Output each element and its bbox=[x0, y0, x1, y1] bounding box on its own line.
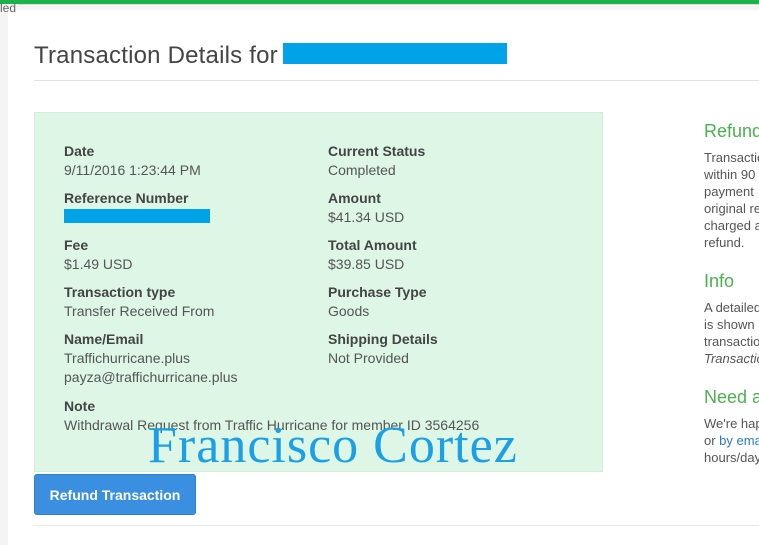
field-reference-number: Reference Number bbox=[64, 189, 189, 208]
sidebar-heading-need-help: Need a bbox=[704, 387, 759, 407]
field-label: Amount bbox=[328, 190, 381, 206]
field-transaction-type: Transaction type Transfer Received From bbox=[64, 283, 214, 321]
sidebar-line: is shown bbox=[704, 317, 755, 332]
field-date: Date 9/11/2016 1:23:44 PM bbox=[64, 142, 201, 180]
field-label: Transaction type bbox=[64, 284, 176, 300]
field-label: Note bbox=[64, 398, 96, 414]
page-title: Transaction Details for bbox=[34, 42, 278, 69]
field-current-status: Current Status Completed bbox=[328, 142, 425, 180]
field-purchase-type: Purchase Type Goods bbox=[328, 283, 427, 321]
sidebar-line: within 90 bbox=[704, 167, 756, 182]
sidebar-line: hours/day bbox=[704, 450, 759, 465]
sidebar-line-italic: Transactio bbox=[704, 351, 759, 366]
sidebar-help-text: We're hap or by ema hours/day bbox=[704, 415, 759, 466]
refund-transaction-button[interactable]: Refund Transaction bbox=[34, 474, 196, 515]
field-fee: Fee $1.49 USD bbox=[64, 236, 132, 274]
sidebar-email-link[interactable]: by ema bbox=[719, 433, 759, 448]
top-tab-strip bbox=[18, 4, 759, 5]
field-name-email: Name/Email Traffichurricane.plus payza@t… bbox=[64, 330, 237, 387]
field-label: Total Amount bbox=[328, 237, 417, 253]
sidebar-line: transactio bbox=[704, 334, 759, 349]
field-label: Name/Email bbox=[64, 331, 144, 347]
field-total-amount: Total Amount $39.85 USD bbox=[328, 236, 417, 274]
sidebar-line-prefix: or bbox=[704, 433, 720, 448]
sidebar-line: We're hap bbox=[704, 416, 759, 431]
field-shipping-details: Shipping Details Not Provided bbox=[328, 330, 438, 368]
field-label: Date bbox=[64, 143, 95, 159]
sidebar-line: or by ema bbox=[704, 432, 759, 449]
field-value: 9/11/2016 1:23:44 PM bbox=[64, 162, 201, 178]
field-value: $39.85 USD bbox=[328, 256, 405, 272]
handwritten-signature-overlay: Francisco Cortez bbox=[148, 417, 518, 474]
field-label: Shipping Details bbox=[328, 331, 438, 347]
field-label: Purchase Type bbox=[328, 284, 427, 300]
sidebar-info-text: A detailed is shown transactio Transacti… bbox=[704, 299, 759, 367]
sidebar-line: refund. bbox=[704, 235, 745, 250]
sidebar-heading-info: Info bbox=[704, 271, 735, 291]
field-value: $41.34 USD bbox=[328, 209, 405, 225]
sidebar-line: Transactio bbox=[704, 150, 759, 165]
sidebar-line: original re bbox=[704, 201, 759, 216]
redacted-reference-number bbox=[64, 209, 210, 223]
field-value-name: Traffichurricane.plus bbox=[64, 350, 191, 366]
field-value: Not Provided bbox=[328, 350, 409, 366]
cut-off-nav-text: led bbox=[0, 1, 17, 15]
sidebar-line: charged a bbox=[704, 218, 759, 233]
bottom-divider bbox=[34, 525, 759, 526]
field-label: Reference Number bbox=[64, 190, 189, 206]
sidebar-line: A detailed bbox=[704, 300, 759, 315]
title-divider bbox=[34, 80, 759, 81]
field-value: Transfer Received From bbox=[64, 303, 215, 319]
field-amount: Amount $41.34 USD bbox=[328, 189, 404, 227]
field-value-email: payza@traffichurricane.plus bbox=[64, 369, 238, 385]
field-value: Completed bbox=[328, 162, 396, 178]
field-value: $1.49 USD bbox=[64, 256, 133, 272]
sidebar-refund-text: Transactio within 90 payment original re… bbox=[704, 149, 759, 251]
sidebar-line: payment bbox=[704, 184, 754, 199]
field-label: Current Status bbox=[328, 143, 426, 159]
sidebar-heading-refund: Refund bbox=[704, 121, 759, 141]
redacted-account-name bbox=[283, 43, 507, 64]
field-value: Goods bbox=[328, 303, 370, 319]
field-label: Fee bbox=[64, 237, 89, 253]
